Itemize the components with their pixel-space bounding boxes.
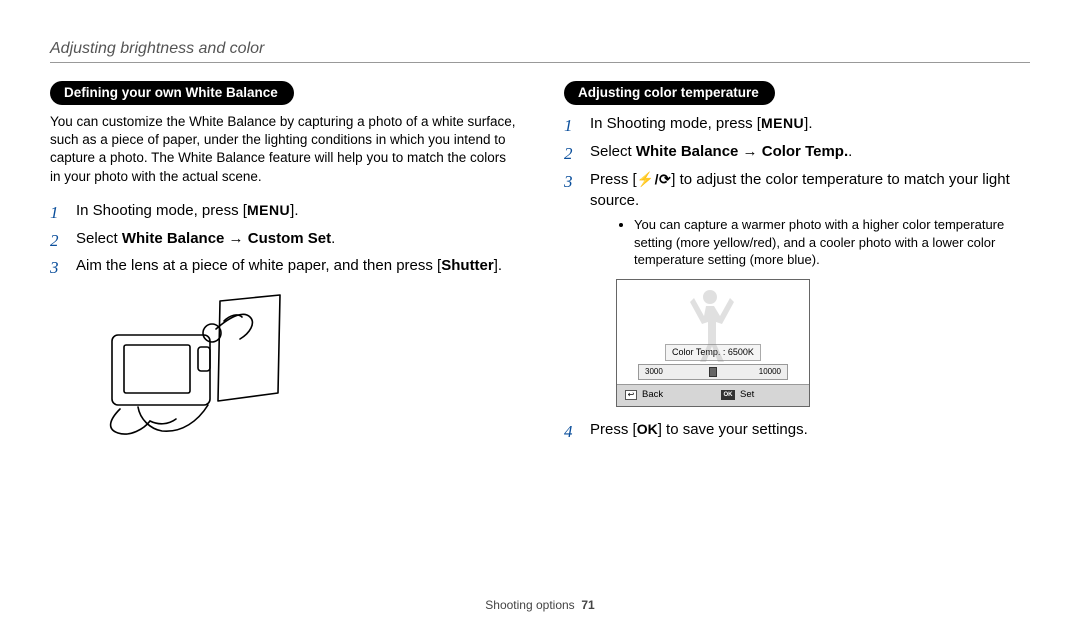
step-text: Press [ [590,171,637,188]
step-text: Select [76,230,122,247]
header-rule [50,62,1030,63]
back-icon: ↩ [625,390,637,400]
back-label: Back [642,388,663,402]
step-text: . [331,230,335,247]
step-text: ]. [804,115,812,132]
step-1: In Shooting mode, press [MENU]. [564,113,1030,135]
back-button[interactable]: ↩ Back [617,385,713,406]
page-footer: Shooting options 71 [0,598,1080,612]
step-text: Select [590,143,636,160]
content-columns: Defining your own White Balance You can … [50,81,1030,448]
menu-icon: MENU [761,115,804,131]
ok-icon: OK [721,390,735,400]
note-list: You can capture a warmer photo with a hi… [634,216,1030,269]
slider-max: 10000 [759,366,781,378]
note-item: You can capture a warmer photo with a hi… [634,216,1030,269]
lcd-button-bar: ↩ Back OK Set [617,384,809,406]
color-temp-slider[interactable]: 3000 10000 [638,364,788,380]
silhouette-icon [675,284,745,364]
section-pill-define-wb: Defining your own White Balance [50,81,294,105]
page-number: 71 [581,598,594,612]
step-2: Select White Balance → Color Temp.. [564,141,1030,163]
footer-section: Shooting options [485,598,574,612]
step-text: Press [ [590,421,637,438]
step-text: Aim the lens at a piece of white paper, … [76,257,441,274]
bold-label: Custom Set [248,230,331,247]
step-4: Press [OK] to save your settings. [564,419,1030,441]
steps-right: In Shooting mode, press [MENU]. Select W… [564,113,1030,440]
step-text: . [848,143,852,160]
arrow: → [224,230,247,247]
bold-label: Color Temp. [762,143,848,160]
flash-timer-icon: ⚡/⟳ [637,171,672,187]
step-text: In Shooting mode, press [ [590,115,761,132]
step-1: In Shooting mode, press [MENU]. [50,200,516,222]
arrow: → [738,143,761,160]
step-3: Aim the lens at a piece of white paper, … [50,255,516,277]
menu-icon: MENU [247,202,290,218]
step-2: Select White Balance → Custom Set. [50,228,516,250]
slider-knob[interactable] [709,367,717,377]
step-text: ] to save your settings. [658,421,808,438]
section-pill-color-temp: Adjusting color temperature [564,81,775,105]
step-text: ]. [290,202,298,219]
slider-min: 3000 [645,366,663,378]
set-label: Set [740,388,754,402]
bold-label: White Balance [122,230,225,247]
step-3: Press [⚡/⟳] to adjust the color temperat… [564,169,1030,407]
intro-text: You can customize the White Balance by c… [50,113,516,186]
step-text: In Shooting mode, press [ [76,202,247,219]
lcd-screenshot: Color Temp. : 6500K 3000 10000 ↩ Back OK S… [616,279,810,407]
steps-left: In Shooting mode, press [MENU]. Select W… [50,200,516,277]
page-header: Adjusting brightness and color [50,40,1030,58]
set-button[interactable]: OK Set [713,385,809,406]
right-column: Adjusting color temperature In Shooting … [564,81,1030,448]
bold-label: White Balance [636,143,739,160]
lcd-upper: Color Temp. : 6500K 3000 10000 [617,280,809,384]
bold-label: Shutter [441,257,494,274]
ok-glyph: OK [637,421,658,437]
step-text: ]. [494,257,502,274]
camera-illustration [90,293,516,448]
left-column: Defining your own White Balance You can … [50,81,516,448]
